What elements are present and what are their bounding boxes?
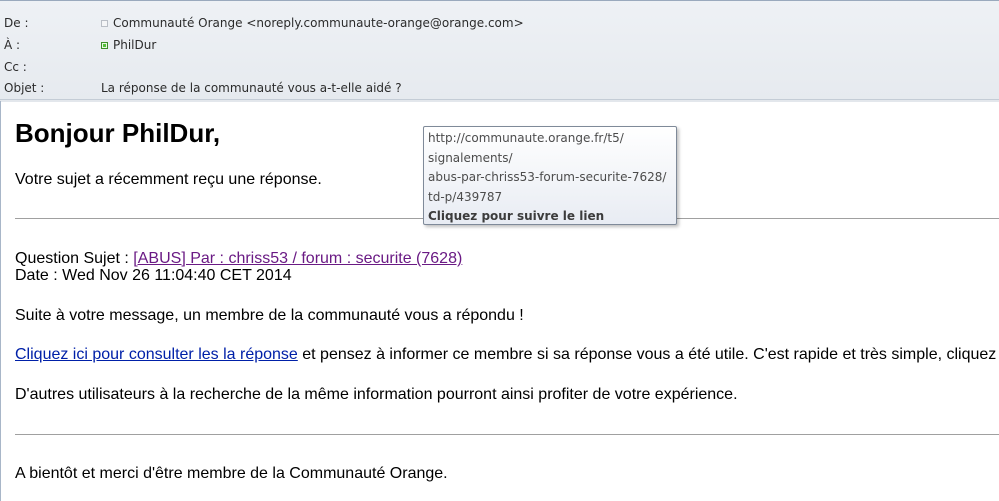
from-address[interactable]: Communauté Orange <noreply.communaute-or… (113, 14, 524, 32)
consult-line: Cliquez ici pour consulter les la répons… (15, 346, 999, 364)
message-header: De : Communauté Orange <noreply.communau… (0, 0, 999, 102)
greeting: Bonjour PhilDur, (15, 118, 221, 148)
consult-reply-link[interactable]: Cliquez ici pour consulter les la répons… (15, 346, 298, 363)
others-text: D'autres utilisateurs à la recherche de … (15, 386, 738, 403)
link-tooltip: http://communaute.orange.fr/t5/ signalem… (423, 126, 677, 225)
subject-value: La réponse de la communauté vous a-t-ell… (101, 81, 402, 95)
reply-note: Suite à votre message, un membre de la c… (15, 307, 524, 324)
question-label: Question Sujet : (15, 250, 134, 267)
tooltip-url-line: signalements/ (428, 150, 513, 165)
from-label: De : (4, 16, 29, 30)
date-line: Date : Wed Nov 26 11:04:40 CET 2014 (15, 267, 292, 284)
to-recipient[interactable]: PhilDur (113, 36, 156, 54)
presence-offline-icon (101, 19, 108, 27)
to-value[interactable]: PhilDur (101, 36, 156, 54)
closing-text: A bientôt et merci d'être membre de la C… (15, 465, 448, 482)
consult-rest: et pensez à informer ce membre si sa rép… (297, 346, 999, 363)
tooltip-url-line: td-p/439787 (428, 189, 503, 204)
to-label: À : (4, 38, 21, 52)
from-value[interactable]: Communauté Orange <noreply.communaute-or… (101, 14, 524, 32)
tooltip-url-line: abus-par-chriss53-forum-securite-7628/ (428, 170, 667, 184)
question-line: Question Sujet : [ABUS] Par : chriss53 /… (15, 250, 462, 268)
subject-label: Objet : (4, 81, 45, 95)
divider-bottom (15, 434, 999, 435)
tooltip-url-line: http://communaute.orange.fr/t5/ (428, 131, 624, 145)
intro-text: Votre sujet a récemment reçu une réponse… (15, 171, 322, 188)
question-link[interactable]: [ABUS] Par : chriss53 / forum : securite… (133, 250, 462, 267)
tooltip-hint: Cliquez pour suivre le lien (428, 209, 605, 223)
presence-online-icon (101, 41, 108, 49)
cc-label: Cc : (4, 60, 27, 74)
